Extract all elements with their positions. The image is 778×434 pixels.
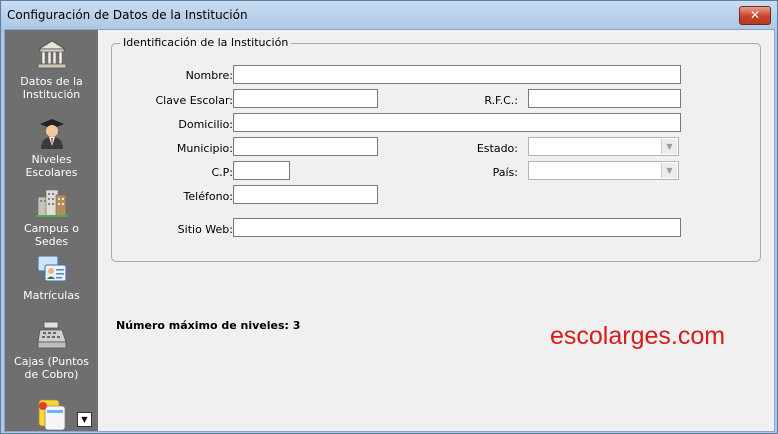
- graduate-icon: [39, 119, 64, 149]
- sidebar-item-label: Campus o Sedes: [23, 222, 80, 248]
- title-bar: Configuración de Datos de la Institución…: [1, 1, 777, 29]
- pais-label: País:: [492, 166, 518, 179]
- sidebar-item-label: Matrículas: [23, 289, 80, 302]
- domicilio-field[interactable]: [233, 113, 681, 132]
- sidebar-item-institution-data[interactable]: Datos de la Institución: [5, 38, 98, 101]
- institution-identification-group: Identificación de la Institución Nombre:…: [111, 36, 761, 262]
- sitio-web-label: Sitio Web:: [177, 223, 233, 236]
- cards-icon: [38, 399, 65, 430]
- sidebar-item-enrollments[interactable]: Matrículas: [5, 252, 98, 302]
- chevron-down-icon: ▼: [661, 139, 677, 154]
- nombre-field[interactable]: [233, 65, 681, 84]
- sidebar-item-cash-registers[interactable]: Cajas (Puntos de Cobro): [5, 318, 98, 381]
- telefono-label: Teléfono:: [183, 190, 233, 203]
- close-button[interactable]: ✕: [739, 6, 771, 25]
- id-cards-icon: [37, 255, 66, 282]
- sidebar-item-school-levels[interactable]: Niveles Escolares: [5, 116, 98, 179]
- cp-label: C.P:: [211, 166, 233, 179]
- nombre-label: Nombre:: [185, 69, 233, 82]
- estado-select[interactable]: ▼: [528, 137, 679, 156]
- cash-register-icon: [37, 321, 67, 349]
- sidebar-item-label: Cajas (Puntos de Cobro): [14, 355, 89, 381]
- municipio-field[interactable]: [233, 137, 378, 156]
- sidebar-item-label: Datos de la Institución: [20, 75, 83, 101]
- rfc-label: R.F.C.:: [484, 94, 518, 107]
- pais-select[interactable]: ▼: [528, 161, 679, 180]
- chevron-down-icon: ▼: [661, 163, 677, 178]
- window: Configuración de Datos de la Institución…: [0, 0, 778, 434]
- institution-building-icon: [36, 40, 67, 69]
- rfc-field[interactable]: [528, 89, 681, 108]
- estado-label: Estado:: [476, 142, 518, 155]
- window-title: Configuración de Datos de la Institución: [7, 8, 248, 22]
- clave-escolar-field[interactable]: [233, 89, 378, 108]
- sidebar-item-label: Niveles Escolares: [25, 153, 78, 179]
- group-legend: Identificación de la Institución: [120, 36, 292, 49]
- sidebar: Datos de la Institución Niveles Escolare…: [5, 30, 98, 431]
- client-area: Datos de la Institución Niveles Escolare…: [4, 29, 775, 432]
- municipio-label: Municipio:: [176, 142, 233, 155]
- sitio-web-field[interactable]: [233, 218, 681, 237]
- sidebar-expand-button[interactable]: ▼: [77, 412, 92, 427]
- watermark: escolarges.com: [550, 322, 726, 350]
- domicilio-label: Domicilio:: [178, 118, 233, 131]
- max-levels-text: Número máximo de niveles: 3: [116, 319, 301, 332]
- cp-field[interactable]: [233, 161, 290, 180]
- sidebar-item-campus[interactable]: Campus o Sedes: [5, 185, 98, 248]
- telefono-field[interactable]: [233, 185, 378, 204]
- clave-escolar-label: Clave Escolar:: [155, 94, 233, 107]
- campus-buildings-icon: [35, 189, 68, 217]
